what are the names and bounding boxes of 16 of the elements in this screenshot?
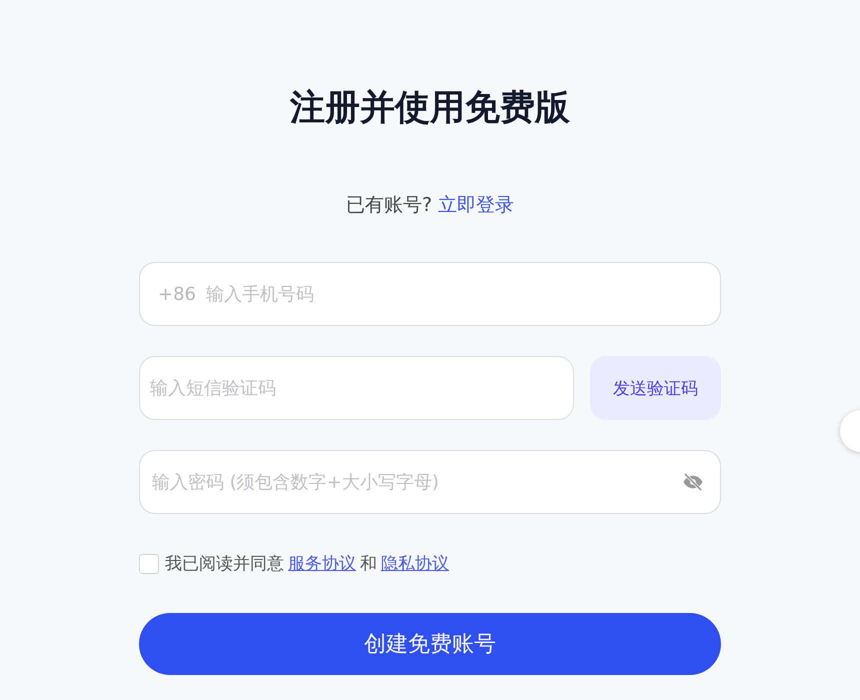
code-field[interactable]: 输入短信验证码 [139, 356, 574, 420]
login-link[interactable]: 立即登录 [438, 192, 514, 218]
and-text: 和 [360, 553, 377, 575]
page-title: 注册并使用免费版 [290, 87, 570, 130]
privacy-link[interactable]: 隐私协议 [381, 552, 449, 575]
password-input[interactable]: 输入密码 (须包含数字+大小写字母) [150, 470, 682, 494]
agree-checkbox[interactable] [139, 554, 159, 574]
send-code-button[interactable]: 发送验证码 [590, 356, 721, 420]
terms-link[interactable]: 服务协议 [288, 552, 356, 575]
phone-input[interactable]: 输入手机号码 [204, 282, 704, 306]
prompt-text: 已有账号? [346, 193, 432, 218]
password-field[interactable]: 输入密码 (须包含数字+大小写字母) [139, 450, 721, 514]
agree-text: 我已阅读并同意 [165, 553, 284, 575]
eye-off-icon[interactable] [682, 473, 704, 491]
create-account-button[interactable]: 创建免费账号 [139, 613, 721, 675]
country-code: +86 [158, 284, 196, 304]
